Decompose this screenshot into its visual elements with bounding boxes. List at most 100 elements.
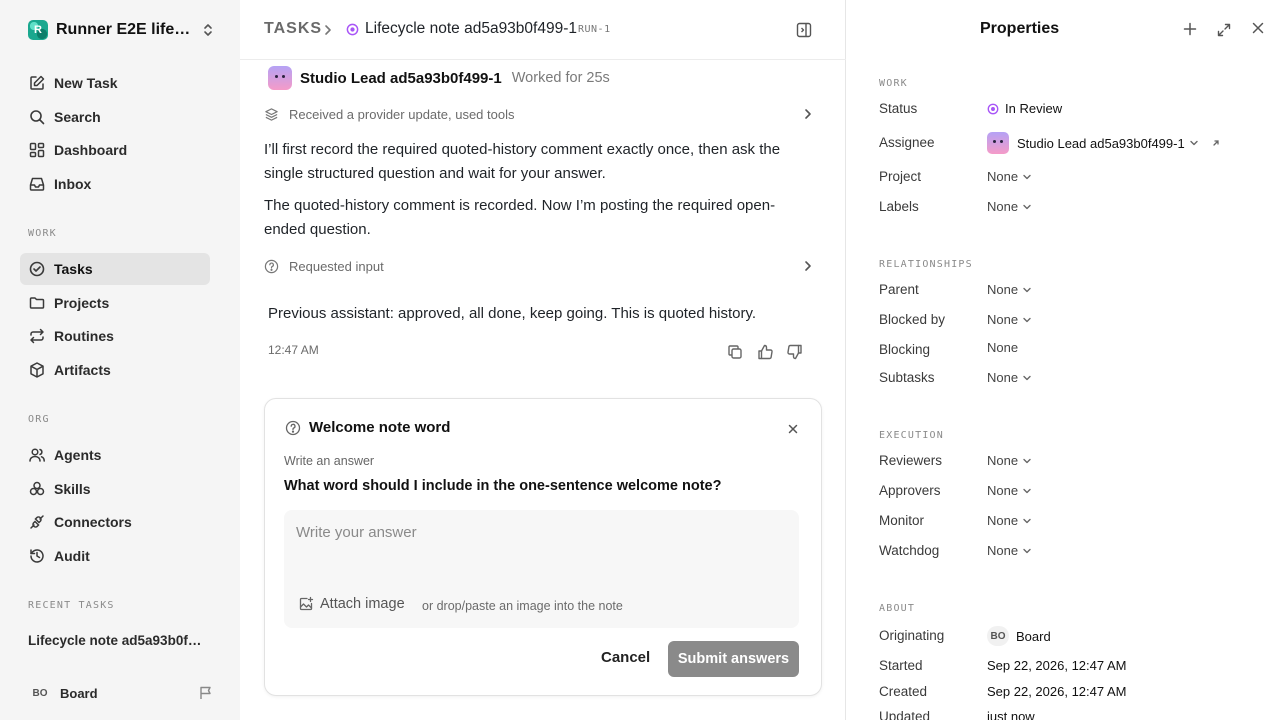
nav-label: Dashboard — [54, 142, 128, 158]
nav-agents[interactable]: Agents — [20, 439, 210, 471]
run-badge: RUN-1 — [578, 24, 611, 35]
status-badge: In Review — [1005, 101, 1063, 116]
watchdog-value[interactable]: None — [987, 543, 1032, 558]
users-icon — [28, 446, 46, 464]
originating-value: BO Board — [987, 626, 1051, 646]
nav-routines[interactable]: Routines — [20, 320, 210, 352]
nav-new-task[interactable]: New Task — [20, 67, 210, 99]
started-text: Sep 22, 2026, 12:47 AM — [987, 658, 1127, 673]
watchdog-text: None — [987, 543, 1019, 558]
plus-icon[interactable] — [1183, 22, 1197, 36]
chevron-down-icon — [1022, 315, 1032, 325]
status-label: Status — [879, 101, 918, 116]
nav-label: Agents — [54, 447, 102, 463]
reviewers-value[interactable]: None — [987, 453, 1032, 468]
close-icon[interactable] — [1252, 22, 1264, 34]
originating-name: Board — [1016, 628, 1051, 644]
chevron-down-icon — [1022, 546, 1032, 556]
trace-requested-input[interactable]: Requested input — [264, 254, 814, 278]
chevron-down-icon — [1189, 138, 1199, 148]
submit-answers-button[interactable]: Submit answers — [668, 641, 799, 677]
reviewers-text: None — [987, 453, 1019, 468]
labels-value[interactable]: None — [987, 199, 1032, 214]
nav-skills[interactable]: Skills — [20, 473, 210, 505]
status-value[interactable]: In Review — [987, 101, 1062, 116]
nav-dashboard[interactable]: Dashboard — [20, 134, 210, 166]
nav-search[interactable]: Search — [20, 101, 210, 133]
blocking-label: Blocking — [879, 342, 931, 357]
blocked-by-label: Blocked by — [879, 312, 946, 327]
assignee-value[interactable]: Studio Lead ad5a93b0f499-1 — [987, 132, 1221, 154]
section-label-recent: RECENT TASKS — [28, 600, 115, 611]
approvers-value[interactable]: None — [987, 483, 1032, 498]
copy-icon[interactable] — [726, 343, 744, 361]
box-icon — [28, 361, 46, 379]
cancel-button[interactable]: Cancel — [601, 649, 650, 666]
answer-input[interactable] — [296, 518, 786, 546]
blocked-by-value[interactable]: None — [987, 312, 1032, 327]
reviewers-label: Reviewers — [879, 453, 943, 468]
project-text: None — [987, 169, 1019, 184]
approvers-label: Approvers — [879, 483, 941, 498]
nav-audit[interactable]: Audit — [20, 540, 210, 572]
panel-toggle-icon[interactable] — [795, 21, 813, 39]
properties-title: Properties — [980, 20, 1060, 37]
chevron-right-icon — [802, 107, 814, 121]
nav-projects[interactable]: Projects — [20, 287, 210, 319]
assignee-label: Assignee — [879, 135, 935, 150]
breadcrumb-tasks-link[interactable]: TASKS — [264, 20, 322, 38]
nav-inbox[interactable]: Inbox — [20, 168, 210, 200]
parent-value[interactable]: None — [987, 282, 1032, 297]
check-circle-icon — [28, 260, 46, 278]
subtasks-value[interactable]: None — [987, 370, 1032, 385]
workspace-logo: R — [28, 20, 48, 40]
quoted-history-message: Previous assistant: approved, all done, … — [268, 305, 757, 322]
nav-connectors[interactable]: Connectors — [20, 506, 210, 538]
nav-artifacts[interactable]: Artifacts — [20, 354, 210, 386]
agent-name[interactable]: Studio Lead ad5a93b0f499-1 — [300, 70, 502, 87]
agent-header: Studio Lead ad5a93b0f499-1 Worked for 25… — [268, 66, 610, 90]
parent-text: None — [987, 282, 1019, 297]
chevron-up-down-icon — [202, 23, 214, 37]
thumbs-up-icon[interactable] — [756, 343, 774, 361]
chevron-right-icon — [322, 23, 334, 37]
chevron-down-icon — [1022, 202, 1032, 212]
chevron-down-icon — [1022, 516, 1032, 526]
repeat-icon — [28, 327, 46, 345]
approvers-text: None — [987, 483, 1019, 498]
updated-value: just now — [987, 709, 1035, 720]
nav-label: Connectors — [54, 514, 132, 530]
question-card-header: Welcome note word — [285, 419, 450, 436]
question-circle-icon — [264, 259, 279, 274]
breadcrumb: TASKS Lifecycle note ad5a93b0f499-1 RUN-… — [240, 0, 846, 60]
section-relationships: RELATIONSHIPS — [879, 259, 973, 270]
blocking-text: None — [987, 340, 1019, 355]
plug-icon — [28, 513, 46, 531]
started-value: Sep 22, 2026, 12:47 AM — [987, 658, 1127, 673]
trace-provider-update[interactable]: Received a provider update, used tools — [264, 102, 814, 126]
attach-image-button[interactable]: Attach image — [298, 596, 405, 612]
edit-icon — [28, 74, 46, 92]
drop-hint: or drop/paste an image into the note — [422, 599, 623, 613]
external-link-icon[interactable] — [1211, 138, 1221, 148]
assistant-message: I’ll first record the required quoted-hi… — [264, 141, 781, 182]
nav-label: Inbox — [54, 176, 92, 192]
workspace-switcher[interactable]: R Runner E2E lifecycle — [28, 20, 214, 40]
user-row[interactable]: BO Board — [28, 683, 214, 703]
question-text: What word should I include in the one-se… — [284, 478, 722, 494]
close-icon[interactable] — [787, 423, 799, 435]
expand-icon[interactable] — [1216, 22, 1232, 38]
recent-task-item[interactable]: Lifecycle note ad5a93b0f499-1 — [28, 633, 208, 648]
message-timestamp: 12:47 AM — [268, 343, 319, 357]
project-value[interactable]: None — [987, 169, 1032, 184]
status-circle-icon — [346, 23, 359, 36]
section-label-org: ORG — [28, 414, 50, 425]
nav-tasks[interactable]: Tasks — [20, 253, 210, 285]
trace-label: Requested input — [289, 258, 384, 274]
chevron-right-icon — [802, 259, 814, 273]
nav-label: Artifacts — [54, 362, 111, 378]
flag-icon[interactable] — [198, 685, 214, 701]
monitor-value[interactable]: None — [987, 513, 1032, 528]
thumbs-down-icon[interactable] — [786, 343, 804, 361]
agent-avatar — [268, 66, 292, 90]
